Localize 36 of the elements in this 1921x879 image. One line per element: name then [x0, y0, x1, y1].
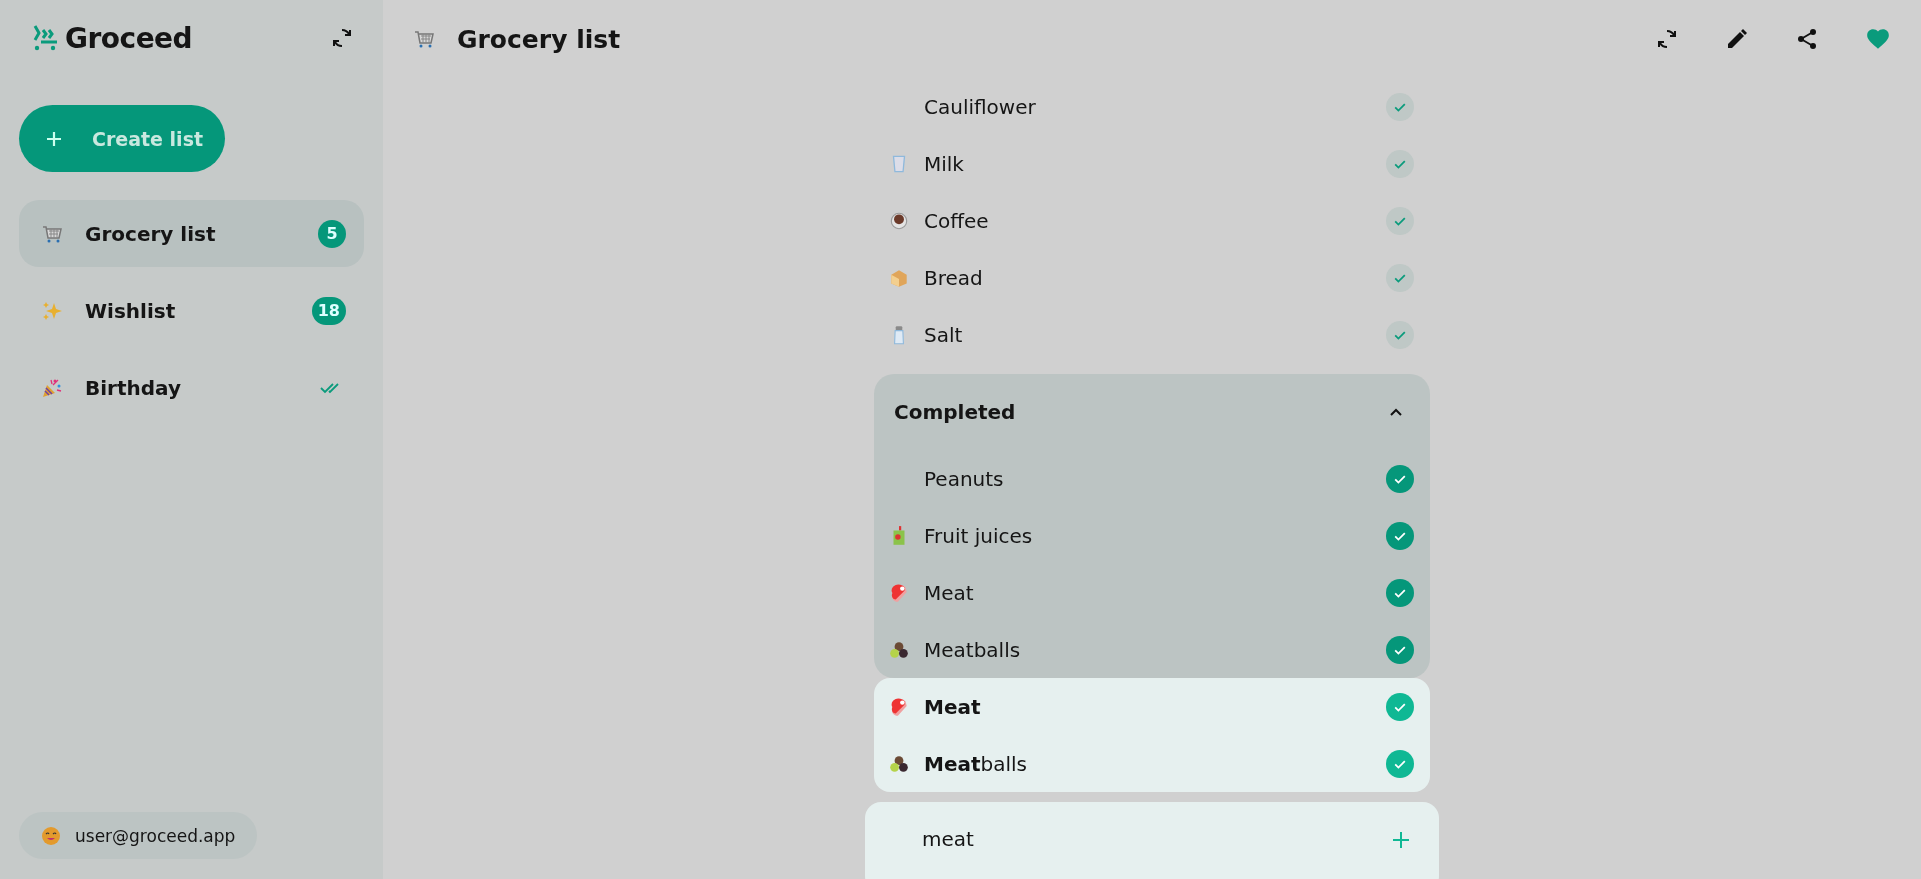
suggestion-item[interactable]: Meat	[874, 678, 1430, 735]
item-checkbox[interactable]	[1386, 521, 1414, 550]
list-title: Grocery list	[457, 24, 621, 54]
user-chip[interactable]: user@groceed.app	[19, 812, 258, 859]
complete-button[interactable]	[1386, 92, 1414, 121]
complete-button[interactable]	[1386, 320, 1414, 349]
sidebar-list-item[interactable]: Wishlist 18	[19, 277, 364, 344]
list-item[interactable]: Coffee	[874, 192, 1430, 249]
item-checkbox[interactable]	[1386, 749, 1414, 778]
suggestion-item[interactable]: Meatballs	[874, 735, 1430, 792]
item-checkbox[interactable]	[1386, 692, 1414, 721]
completed-item[interactable]: Meat	[874, 564, 1430, 621]
item-checkbox[interactable]	[1386, 578, 1414, 607]
item-checkbox[interactable]	[1386, 635, 1414, 664]
count-badge: 5	[318, 219, 346, 248]
completed-item[interactable]: Peanuts	[874, 450, 1430, 507]
logo-icon	[33, 24, 59, 52]
sidebar-list-item[interactable]: Birthday	[19, 354, 364, 421]
list-item[interactable]: Salt	[874, 306, 1430, 363]
sidebar-list-item[interactable]: Grocery list 5	[19, 200, 364, 267]
complete-button[interactable]	[1386, 149, 1414, 178]
completed-item[interactable]: Meatballs	[874, 621, 1430, 678]
section-heading: Completed	[894, 400, 1017, 424]
list-item[interactable]: Cauliflower	[874, 78, 1430, 135]
list-item[interactable]: Milk	[874, 135, 1430, 192]
smiley-icon	[41, 825, 61, 846]
complete-button[interactable]	[1386, 263, 1414, 292]
shopping-cart-icon	[413, 28, 435, 50]
count-badge: 18	[311, 296, 346, 325]
completed-item[interactable]: Fruit juices	[874, 507, 1430, 564]
add-icon[interactable]	[1391, 830, 1411, 850]
complete-button[interactable]	[1386, 206, 1414, 235]
list-item[interactable]: Bread	[874, 249, 1430, 306]
app-name: Groceed	[65, 21, 193, 55]
item-checkbox[interactable]	[1386, 464, 1414, 493]
new-item-field[interactable]: meat	[865, 802, 1439, 879]
